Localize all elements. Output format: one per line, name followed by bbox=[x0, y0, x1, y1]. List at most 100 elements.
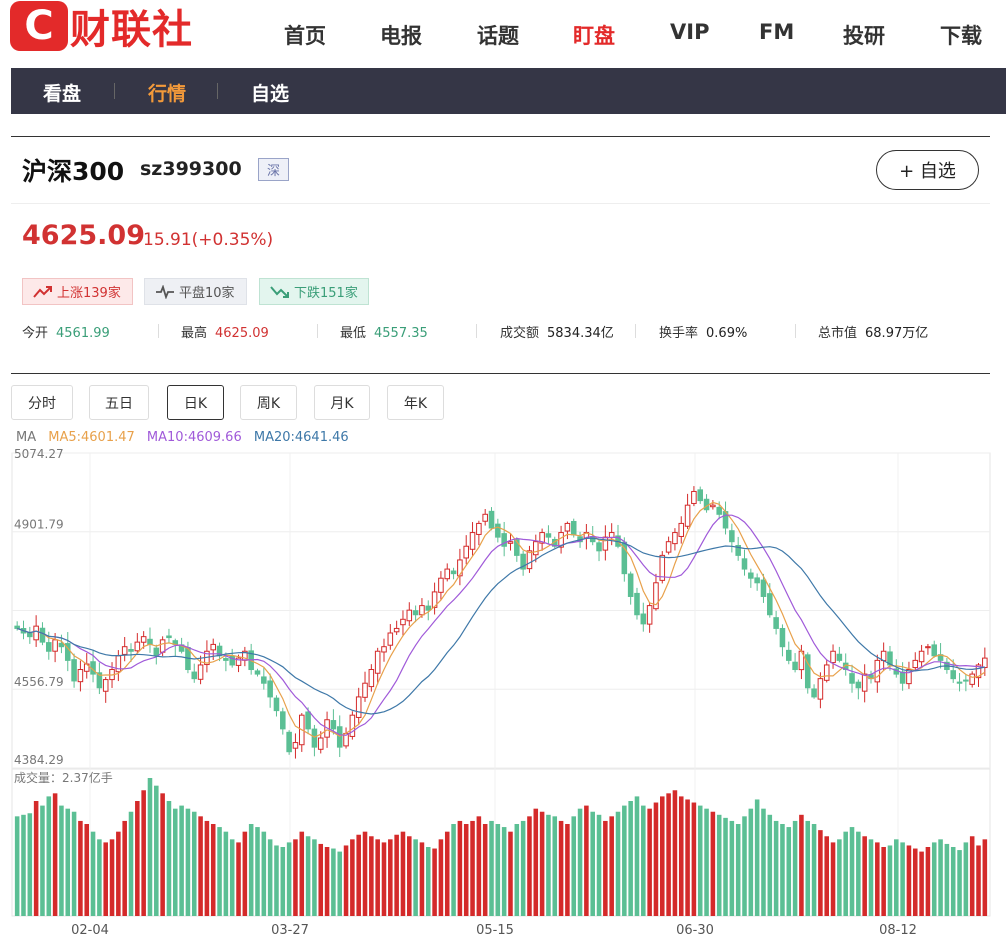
tab-intraday[interactable]: 分时 bbox=[11, 385, 73, 420]
decliners-badge: 下跌151家 bbox=[259, 278, 369, 305]
site-logo[interactable]: C 财联社 bbox=[10, 0, 193, 53]
kline-chart[interactable]: 5074.27 4901.79 4556.79 4384.29 成交量：2.37亿手 02… bbox=[0, 444, 1006, 940]
volume-bar bbox=[65, 808, 71, 916]
nav-fm[interactable]: FM bbox=[759, 20, 794, 44]
volume-bar bbox=[609, 816, 614, 916]
subnav-divider bbox=[217, 83, 218, 99]
candle-body bbox=[982, 657, 988, 669]
candle-body bbox=[646, 605, 653, 625]
candle-body bbox=[754, 577, 760, 584]
volume-bar bbox=[912, 848, 918, 916]
volume-bar bbox=[735, 824, 741, 916]
volume-bar bbox=[419, 842, 425, 916]
volume-bar bbox=[590, 811, 595, 916]
volume-bar bbox=[147, 778, 153, 916]
volume-bar bbox=[90, 831, 96, 916]
subnav-quotes[interactable]: 行情 bbox=[148, 79, 186, 106]
nav-vip[interactable]: VIP bbox=[670, 20, 709, 44]
volume-bar bbox=[438, 839, 444, 916]
x-tick-label: 05-15 bbox=[476, 923, 514, 938]
candle-body bbox=[741, 558, 748, 570]
candle-body bbox=[716, 506, 722, 515]
add-watchlist-button[interactable]: + 自选 bbox=[876, 150, 979, 190]
volume-bar bbox=[173, 808, 178, 916]
nav-research[interactable]: 投研 bbox=[843, 20, 885, 50]
candle-body bbox=[128, 649, 134, 652]
subnav-watchlist[interactable]: 自选 bbox=[251, 79, 289, 106]
volume-bar bbox=[299, 831, 305, 916]
logo-mark: C bbox=[10, 1, 68, 51]
volume-bar bbox=[236, 842, 241, 916]
candle-body bbox=[811, 688, 817, 698]
volume-bar bbox=[191, 811, 197, 916]
volume-bar bbox=[792, 820, 798, 916]
candle-body bbox=[77, 669, 84, 683]
volume-bar bbox=[584, 805, 589, 916]
candle-body bbox=[393, 627, 400, 633]
candle-body bbox=[412, 610, 419, 616]
candle-body bbox=[691, 490, 697, 504]
volume-bar bbox=[906, 845, 912, 916]
tab-yearly-k[interactable]: 年K bbox=[387, 385, 444, 420]
volume-label: 成交量：2.37亿手 bbox=[14, 770, 113, 785]
nav-topics[interactable]: 话题 bbox=[477, 20, 519, 50]
volume-bar bbox=[343, 845, 349, 916]
candle-body bbox=[956, 681, 963, 684]
stat-open: 今开 4561.99 bbox=[22, 326, 110, 341]
volume-bar bbox=[691, 802, 697, 916]
candle-body bbox=[336, 726, 343, 748]
volume-bar bbox=[596, 814, 602, 916]
stat-high: 最高 4625.09 bbox=[181, 326, 269, 341]
tab-five-day[interactable]: 五日 bbox=[89, 385, 149, 420]
volume-bar bbox=[615, 811, 621, 916]
volume-bar bbox=[520, 820, 526, 916]
volume-bar bbox=[666, 793, 671, 916]
tab-weekly-k[interactable]: 周K bbox=[240, 385, 297, 420]
volume-bar bbox=[501, 827, 507, 916]
volume-bar bbox=[641, 805, 646, 916]
candle-body bbox=[773, 617, 779, 629]
volume-bar bbox=[362, 831, 368, 916]
decliners-count: 下跌151家 bbox=[294, 286, 358, 301]
candle-body bbox=[46, 642, 52, 652]
subnav-watch[interactable]: 看盘 bbox=[43, 79, 81, 106]
nav-market-watch[interactable]: 盯盘 bbox=[573, 20, 615, 50]
sub-nav: 看盘 行情 自选 bbox=[11, 68, 1006, 114]
volume-bar bbox=[444, 831, 450, 916]
x-tick-label: 03-27 bbox=[271, 923, 309, 938]
volume-bar bbox=[938, 839, 943, 916]
volume-bar bbox=[811, 824, 817, 916]
candle-body bbox=[678, 522, 685, 537]
candle-body bbox=[697, 489, 704, 502]
nav-telegraph[interactable]: 电报 bbox=[380, 20, 422, 50]
candle-body bbox=[748, 572, 754, 579]
nav-home[interactable]: 首页 bbox=[284, 20, 326, 50]
volume-bar bbox=[312, 839, 317, 916]
candle-body bbox=[286, 731, 292, 753]
candle-body bbox=[564, 522, 571, 532]
candle-body bbox=[476, 522, 482, 535]
volume-bar bbox=[634, 796, 640, 916]
volume-bar bbox=[558, 820, 564, 916]
ma20-value: MA20:4641.46 bbox=[253, 430, 349, 445]
divider bbox=[11, 203, 990, 204]
volume-bar bbox=[293, 839, 298, 916]
volume-bar bbox=[571, 816, 577, 916]
volume-bar bbox=[748, 808, 754, 916]
volume-bar bbox=[198, 816, 203, 916]
candle-body bbox=[387, 632, 394, 646]
candle-body bbox=[785, 649, 792, 661]
candle-body bbox=[710, 504, 716, 508]
tab-monthly-k[interactable]: 月K bbox=[314, 385, 370, 420]
tab-daily-k[interactable]: 日K bbox=[167, 385, 224, 420]
volume-bar bbox=[318, 843, 324, 916]
candle-body bbox=[273, 697, 280, 712]
volume-bar bbox=[805, 820, 811, 916]
volume-bar bbox=[369, 836, 374, 916]
divider bbox=[11, 373, 990, 374]
candle-body bbox=[596, 542, 602, 552]
volume-bar bbox=[33, 801, 39, 916]
volume-bar bbox=[179, 805, 184, 916]
nav-download[interactable]: 下载 bbox=[940, 20, 982, 50]
volume-bar bbox=[324, 847, 330, 916]
